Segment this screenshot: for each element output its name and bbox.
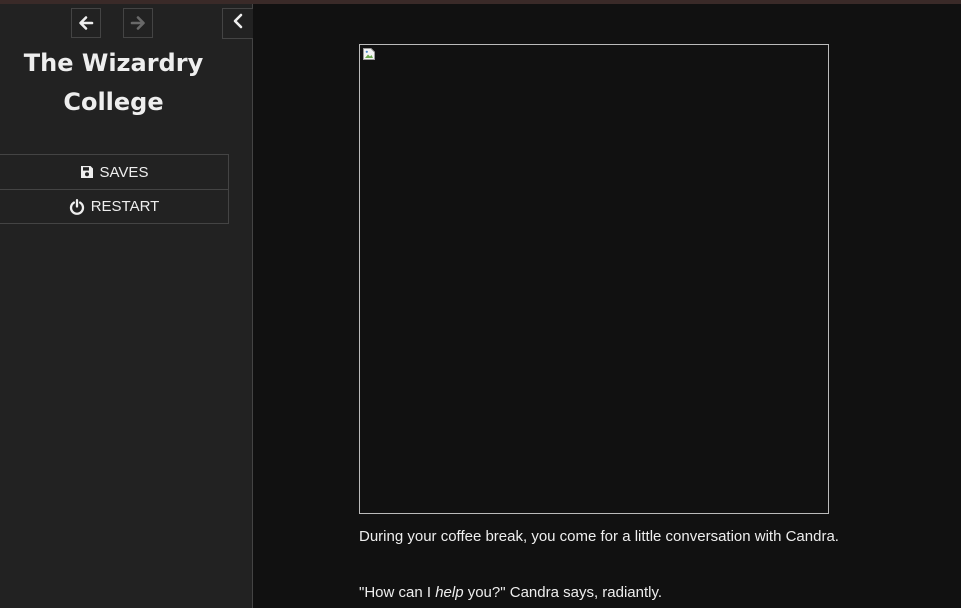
passage-image bbox=[359, 44, 829, 514]
floppy-disk-icon bbox=[80, 165, 100, 179]
passage-paragraph-1: During your coffee break, you come for a… bbox=[359, 528, 839, 545]
history-forward-button[interactable] bbox=[123, 8, 153, 38]
story-title: The Wizardry College bbox=[0, 44, 227, 122]
sidebar-collapse-button[interactable] bbox=[222, 8, 253, 39]
story-menu: SAVES RESTART bbox=[0, 154, 229, 224]
chevron-left-icon bbox=[231, 13, 245, 34]
dialogue-emphasis: help bbox=[435, 584, 464, 601]
restart-button[interactable]: RESTART bbox=[0, 189, 228, 223]
arrow-right-icon bbox=[129, 14, 147, 32]
dialogue-text-start: "How can I bbox=[359, 584, 436, 601]
power-icon bbox=[69, 198, 91, 215]
broken-image-icon bbox=[362, 47, 376, 61]
story-title-line-2: College bbox=[63, 88, 164, 116]
dialogue-text-end: you?" Candra says, radiantly. bbox=[463, 584, 663, 601]
arrow-left-icon bbox=[77, 14, 95, 32]
saves-button[interactable]: SAVES bbox=[0, 155, 228, 189]
passage-paragraph-2: "How can I help you?" Candra says, radia… bbox=[359, 584, 662, 601]
saves-label: SAVES bbox=[99, 163, 149, 181]
sidebar: The Wizardry College SAVES RESTART bbox=[0, 4, 253, 608]
story-title-line-1: The Wizardry bbox=[23, 49, 204, 77]
history-back-button[interactable] bbox=[71, 8, 101, 38]
restart-label: RESTART bbox=[90, 198, 160, 215]
